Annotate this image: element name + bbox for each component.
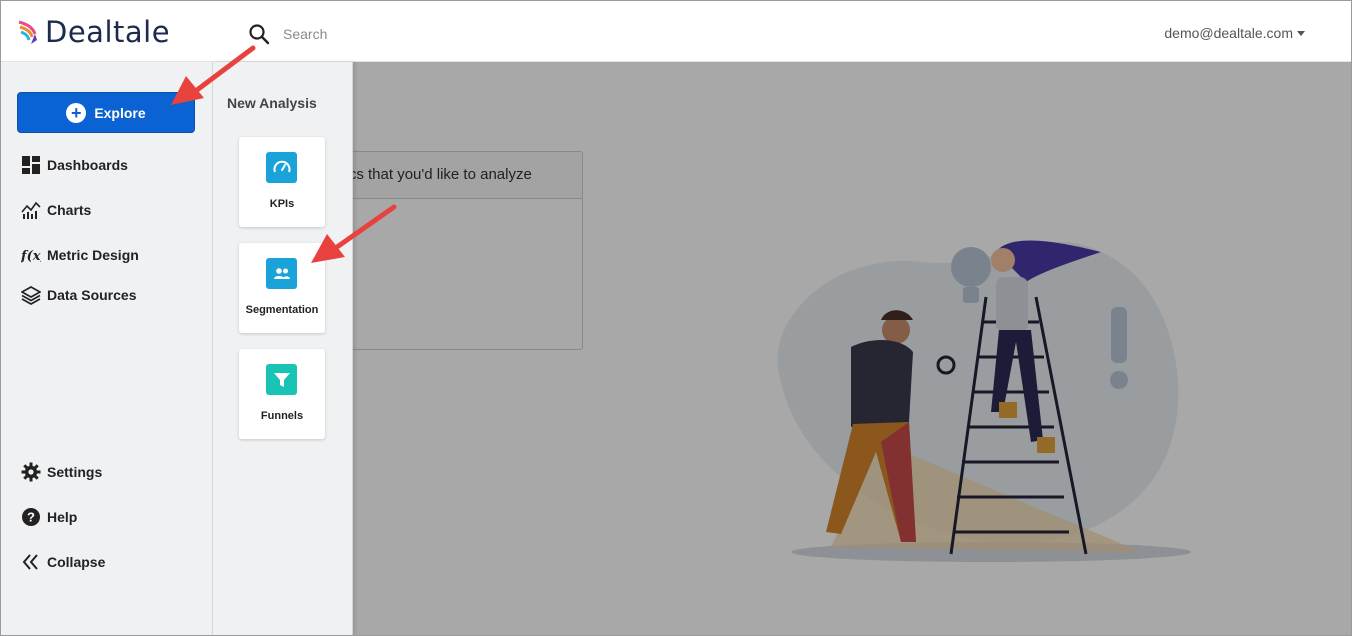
user-menu[interactable]: demo@dealtale.com bbox=[1164, 25, 1305, 41]
users-icon bbox=[266, 258, 297, 289]
sidebar-item-label: Collapse bbox=[47, 554, 106, 570]
app-window: alysis etrics that you'd like to analyze bbox=[0, 0, 1352, 636]
explore-button[interactable]: + Explore bbox=[17, 92, 195, 133]
sidebar-item-charts[interactable]: Charts bbox=[21, 200, 91, 220]
explore-label: Explore bbox=[94, 104, 146, 121]
chart-icon bbox=[21, 200, 41, 220]
sidebar-item-label: Charts bbox=[47, 202, 92, 218]
sidebar-item-label: Settings bbox=[47, 464, 103, 480]
sidebar-item-dashboards[interactable]: Dashboards bbox=[21, 155, 128, 175]
search-input[interactable] bbox=[277, 21, 589, 47]
collapse-icon bbox=[21, 552, 41, 572]
sidebar: + Explore Dashboards Charts f(x) Metric … bbox=[1, 62, 213, 635]
sidebar-item-settings[interactable]: Settings bbox=[21, 462, 102, 482]
gear-icon bbox=[21, 462, 41, 482]
tile-segmentation[interactable]: Segmentation bbox=[239, 243, 325, 333]
top-header: Dealtale demo@dealtale.com bbox=[1, 1, 1351, 62]
sidebar-item-metric-design[interactable]: f(x) Metric Design bbox=[21, 245, 139, 265]
plus-circle-icon: + bbox=[66, 102, 87, 123]
sidebar-item-help[interactable]: ? Help bbox=[21, 507, 77, 527]
sidebar-item-collapse[interactable]: Collapse bbox=[21, 552, 105, 572]
svg-text:f(x): f(x) bbox=[21, 249, 41, 264]
funnel-icon bbox=[266, 364, 297, 395]
dashboard-icon bbox=[21, 155, 41, 175]
tile-label: Funnels bbox=[260, 410, 304, 422]
svg-text:?: ? bbox=[27, 510, 35, 525]
new-analysis-title: New Analysis bbox=[227, 95, 317, 111]
gauge-icon bbox=[266, 152, 297, 183]
dealtale-logo-icon bbox=[18, 20, 37, 44]
tile-label: Segmentation bbox=[245, 304, 319, 316]
sidebar-item-label: Metric Design bbox=[47, 247, 139, 263]
caret-down-icon bbox=[1297, 30, 1305, 36]
logo-text: Dealtale bbox=[45, 15, 171, 49]
main-content: alysis etrics that you'd like to analyze bbox=[353, 62, 1351, 635]
layers-icon bbox=[21, 285, 41, 305]
modal-overlay[interactable] bbox=[353, 62, 1351, 635]
sidebar-item-data-sources[interactable]: Data Sources bbox=[21, 285, 136, 305]
sidebar-item-label: Help bbox=[47, 509, 78, 525]
help-icon: ? bbox=[21, 507, 41, 527]
sidebar-item-label: Dashboards bbox=[47, 157, 128, 173]
tile-kpis[interactable]: KPIs bbox=[239, 137, 325, 227]
user-email: demo@dealtale.com bbox=[1164, 25, 1293, 41]
search-icon[interactable] bbox=[248, 23, 270, 45]
tile-funnels[interactable]: Funnels bbox=[239, 349, 325, 439]
dealtale-logo[interactable]: Dealtale bbox=[17, 15, 170, 49]
sidebar-item-label: Data Sources bbox=[47, 287, 137, 303]
new-analysis-panel: New Analysis KPIs Segmentation Funnels bbox=[213, 62, 353, 635]
function-icon: f(x) bbox=[21, 245, 41, 265]
tile-label: KPIs bbox=[269, 198, 295, 210]
